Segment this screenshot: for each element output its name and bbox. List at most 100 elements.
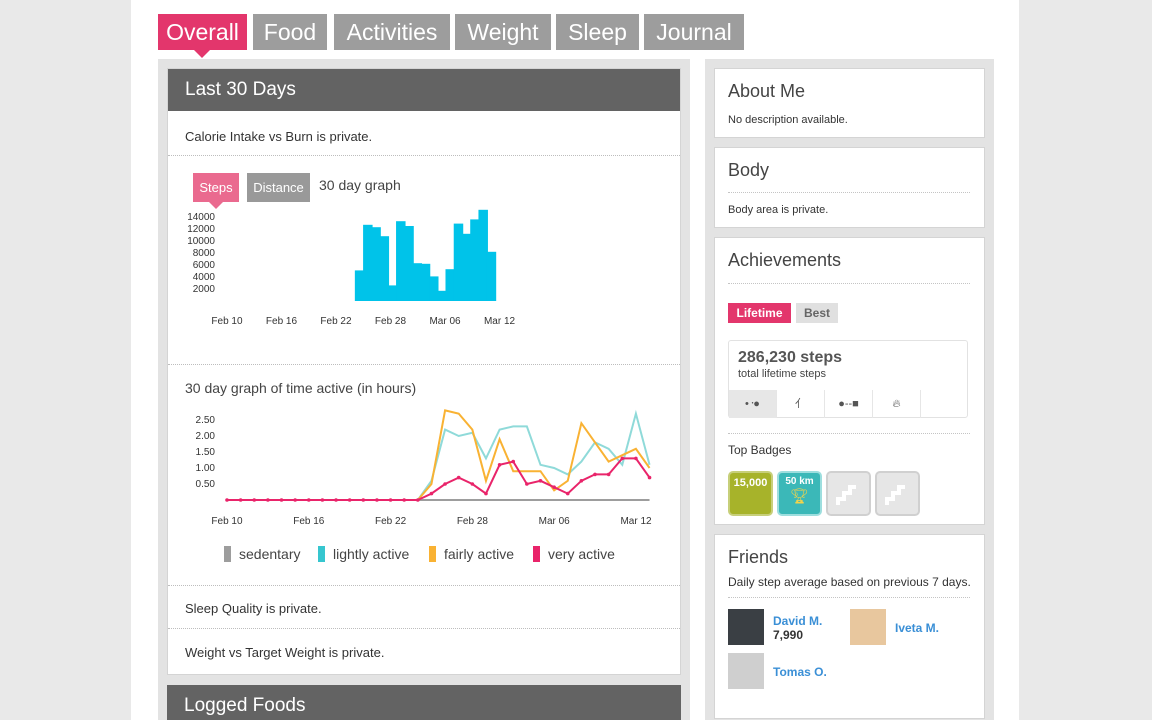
steps-bar (371, 227, 381, 301)
very-active-point (538, 479, 543, 483)
about-me-widget: About Me No description available. (714, 68, 985, 138)
avatar[interactable] (728, 653, 764, 689)
weight-private-text: Weight vs Target Weight is private. (185, 645, 385, 660)
steps-bar (354, 270, 365, 301)
x-tick-label: Mar 12 (484, 316, 516, 327)
steps-bar (396, 221, 406, 301)
avatar[interactable] (728, 609, 764, 645)
divider (728, 283, 970, 284)
avatar[interactable] (850, 609, 886, 645)
flame-icon[interactable]: 🔥︎ (873, 390, 921, 418)
legend-fairly-active: fairly active (429, 546, 514, 562)
lifetime-steps-value: 286,230 steps (738, 349, 843, 366)
y-tick-label: 4000 (193, 272, 216, 283)
stairs-badge-icon[interactable] (826, 471, 871, 516)
divider (728, 433, 970, 434)
steps-bar (461, 233, 472, 301)
very-active-point (620, 456, 625, 461)
legend-sedentary: sedentary (224, 546, 300, 562)
divider (168, 628, 680, 629)
steps-graph-title: 30 day graph (319, 177, 401, 193)
steps-bar (486, 251, 497, 301)
steps-bar (404, 226, 414, 301)
very-active-point (388, 498, 393, 502)
very-active-point (416, 498, 420, 502)
tab-activities[interactable]: Activities (334, 14, 450, 50)
best-button[interactable]: Best (796, 303, 838, 323)
friend-steps: 7,990 (773, 628, 804, 642)
y-tick-label: 1.00 (196, 463, 216, 474)
very-active-point (402, 498, 406, 502)
very-active-point (647, 475, 652, 480)
x-tick-label: Feb 28 (375, 316, 407, 327)
very-active-point (238, 498, 243, 502)
very-active-point (375, 498, 379, 502)
y-tick-label: 0.50 (196, 479, 216, 490)
stairs-icon[interactable]: ⺅ (777, 390, 825, 418)
body-text: Body area is private. (728, 204, 829, 216)
distance-trophy-badge-icon[interactable]: 50 km 🏆︎ (777, 471, 822, 516)
very-active-point (606, 472, 611, 477)
steps-toggle-button[interactable]: Steps (193, 173, 239, 209)
tab-weight[interactable]: Weight (455, 14, 551, 50)
active-graph-title: 30 day graph of time active (in hours) (185, 380, 417, 396)
very-active-point (429, 491, 434, 496)
very-active-point (361, 498, 366, 502)
series-line-very-active (227, 457, 651, 501)
x-tick-label: Mar 12 (620, 516, 652, 527)
tab-journal[interactable]: Journal (644, 14, 744, 50)
very-active-point (484, 491, 488, 496)
calorie-private-text: Calorie Intake vs Burn is private. (185, 129, 373, 144)
very-active-point (456, 475, 461, 480)
y-tick-label: 3.00 (196, 409, 216, 410)
very-active-point (334, 498, 338, 502)
steps-bar (453, 223, 464, 301)
friends-subtitle: Daily step average based on previous 7 d… (728, 575, 971, 589)
distance-toggle-button[interactable]: Distance (247, 173, 310, 202)
very-active-point (252, 498, 257, 502)
steps-bar (412, 263, 423, 301)
y-tick-label: 6000 (193, 260, 216, 271)
very-active-point (443, 482, 447, 486)
friends-widget: Friends Daily step average based on prev… (714, 534, 985, 719)
steps-bar (478, 209, 488, 301)
sleep-private-text: Sleep Quality is private. (185, 601, 322, 616)
friend-name-link[interactable]: Iveta M. (895, 621, 939, 635)
y-tick-label: 8000 (193, 248, 216, 259)
y-tick-label: 14000 (187, 212, 215, 223)
tab-overall[interactable]: Overall (158, 14, 247, 58)
very-active-point (634, 456, 638, 461)
friends-title: Friends (728, 547, 789, 567)
y-tick-label: 12000 (187, 224, 215, 235)
footsteps-icon[interactable]: •᠂● (729, 390, 777, 418)
tab-food[interactable]: Food (253, 14, 327, 50)
y-tick-label: 16000 (187, 209, 215, 211)
steps-bar (437, 290, 447, 301)
profile-page: Overall Food Activities Weight Sleep Jou… (131, 0, 1019, 720)
about-me-title: About Me (728, 81, 806, 101)
stairs-badge-icon[interactable] (875, 471, 920, 516)
body-widget: Body Body area is private. (714, 147, 985, 228)
friend-name-link[interactable]: Tomas O. (773, 665, 827, 679)
friend-name-link[interactable]: David M. (773, 614, 822, 628)
very-active-point (579, 479, 584, 483)
lifetime-stats-box: 286,230 steps total lifetime steps •᠂● ⺅… (728, 340, 968, 418)
tab-sleep[interactable]: Sleep (556, 14, 639, 50)
logged-foods-header: Logged Foods (167, 685, 681, 720)
steps-bar (445, 269, 455, 301)
logged-foods-title: Logged Foods (184, 695, 306, 716)
very-active-point (293, 498, 297, 502)
left-column: Last 30 Days Calorie Intake vs Burn is p… (158, 59, 690, 720)
steps-bar (379, 236, 390, 301)
y-tick-label: 10000 (187, 236, 215, 247)
steps-badge-icon[interactable]: 15,000 (728, 471, 773, 516)
very-active-point (565, 491, 570, 496)
distance-icon[interactable]: ●--■ (825, 390, 873, 418)
very-active-point (511, 459, 516, 464)
right-column: About Me No description available. Body … (705, 59, 994, 720)
y-tick-label: 2.50 (196, 415, 216, 426)
very-active-point (497, 463, 502, 467)
very-active-point (525, 482, 529, 486)
lifetime-button[interactable]: Lifetime (728, 303, 791, 323)
x-tick-label: Feb 10 (211, 316, 243, 327)
